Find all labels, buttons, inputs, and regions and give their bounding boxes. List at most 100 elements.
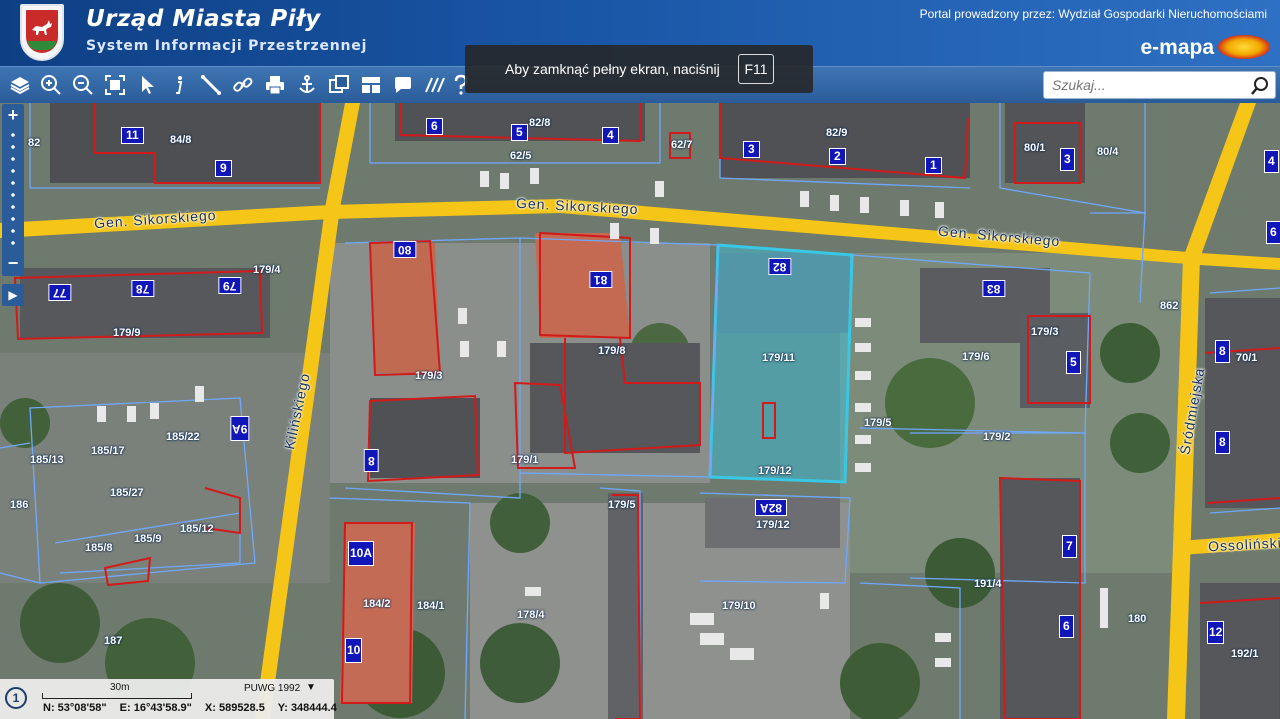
parcel-label: 80/1 [1024,142,1046,154]
latitude-value: N: 53°08'58" [43,702,107,714]
app-title: Urząd Miasta Piły [86,6,321,32]
deer-icon [32,20,52,35]
anchor-icon[interactable] [294,72,320,98]
city-crest-logo [20,4,64,61]
parcel-label: 185/8 [85,542,113,554]
f11-key-badge: F11 [738,54,774,84]
building-number-badge: 6 [1266,221,1280,244]
parcel-label: 179/12 [756,519,790,531]
search-icon[interactable] [1249,75,1271,97]
print-icon[interactable] [262,72,288,98]
brand-logo [1218,35,1270,59]
zoom-out-icon[interactable] [70,72,96,98]
parcel-label: 191/4 [974,578,1002,590]
building-number-badge: 5 [1066,351,1081,374]
building-number-badge: 82A [755,499,788,516]
map-canvas[interactable]: Gen. Sikorskiego Gen. Sikorskiego Gen. S… [0,103,1280,719]
portal-operator-text: Portal prowadzony przez: Wydział Gospoda… [919,7,1267,21]
parcel-label: 180 [1128,613,1147,625]
parcel-label: 179/3 [1031,326,1059,338]
building-number-badge: 79 [218,277,242,294]
expand-panel-button[interactable]: ▶ [2,284,24,306]
parcel-label: 82/9 [826,127,848,139]
parcel-label: 179/12 [758,465,792,477]
parcel-label: 178/4 [517,609,545,621]
zoom-slider[interactable]: + − [2,104,24,276]
building-number-badge: 10 [345,638,363,663]
building-number-badge: 9 [215,160,232,177]
search-box[interactable] [1043,71,1276,99]
aerial-basemap [0,103,1280,719]
parcel-label: 179/5 [608,499,636,511]
parcel-label: 179/6 [962,351,990,363]
parcel-label: 192/1 [1231,648,1259,660]
parcel-label: 184/2 [363,598,391,610]
parcel-label: 185/17 [91,445,125,457]
parcel-label: 185/13 [30,454,64,466]
parcel-label: 179/2 [983,431,1011,443]
parcel-label: 179/10 [722,600,756,612]
layers-icon[interactable] [7,72,33,98]
zoom-minus-button[interactable]: − [2,253,24,274]
map-index-badge[interactable]: 1 [5,687,27,709]
building-number-badge: 3 [743,141,760,158]
zoom-levels[interactable] [11,129,15,249]
y-coordinate-value: Y: 348444.4 [277,702,337,714]
building-number-badge: 8 [1215,431,1230,454]
building-number-badge: 4 [602,127,619,144]
hatch-icon[interactable] [422,72,448,98]
building-number-badge: 8 [1215,340,1230,363]
measure-line-icon[interactable] [198,72,224,98]
layout-icon[interactable] [358,72,384,98]
building-number-badge: 10A [348,541,375,566]
parcel-label: 179/1 [511,454,539,466]
parcel-label: 179/5 [864,417,892,429]
copy-map-icon[interactable] [326,72,352,98]
parcel-label: 179/3 [415,370,443,382]
map-status-bar: 1 30m PUWG 1992 ▼ N: 53°08'58" E: 16°43'… [0,679,337,719]
building-number-badge: 4 [1264,150,1279,173]
parcel-label: 862 [1160,300,1179,312]
coordinates-readout: N: 53°08'58" E: 16°43'58.9" X: 589528.5 … [43,702,347,714]
zoom-plus-button[interactable]: + [2,105,24,126]
building-number-badge: 6 [426,118,443,135]
scale-label: 30m [110,682,130,693]
parcel-label: 187 [104,635,123,647]
building-number-badge: 78 [131,280,155,297]
parcel-label: 179/11 [762,352,796,364]
fullscreen-toast: Aby zamknąć pełny ekran, naciśnij F11 [465,45,813,93]
chevron-right-icon: ▶ [8,288,18,302]
building-number-badge: 9A [230,416,250,441]
building-number-badge: 6 [1059,615,1074,638]
parcel-label: 184/1 [417,600,445,612]
search-input[interactable] [1052,75,1242,95]
scale-bar [42,693,192,699]
link-icon[interactable] [230,72,256,98]
chevron-down-icon[interactable]: ▼ [306,682,316,693]
parcel-label: 84/8 [170,134,192,146]
parcel-label: 185/22 [166,431,200,443]
building-number-badge: 12 [1207,621,1225,644]
zoom-extent-icon[interactable] [102,72,128,98]
building-number-badge: 7 [1062,535,1077,558]
crs-select[interactable]: PUWG 1992 [244,683,300,694]
building-number-badge: 11 [121,127,144,144]
parcel-label: 82 [28,137,41,149]
building-number-badge: 80 [393,241,417,258]
building-number-badge: 5 [511,124,528,141]
app-subtitle: System Informacji Przestrzennej [86,38,368,54]
zoom-in-icon[interactable] [38,72,64,98]
comment-icon[interactable] [390,72,416,98]
parcel-label: 82/8 [529,117,551,129]
parcel-label: 185/9 [134,533,162,545]
info-icon[interactable] [166,72,192,98]
building-number-badge: 83 [982,280,1006,297]
building-number-badge: 77 [48,284,72,301]
building-number-badge: 82 [768,258,792,275]
fullscreen-toast-message: Aby zamknąć pełny ekran, naciśnij [505,61,720,77]
parcel-label: 179/4 [253,264,281,276]
building-number-badge: 1 [925,157,942,174]
select-arrow-icon[interactable] [135,72,161,98]
building-number-badge: 2 [829,148,846,165]
parcel-label: 185/12 [180,523,214,535]
